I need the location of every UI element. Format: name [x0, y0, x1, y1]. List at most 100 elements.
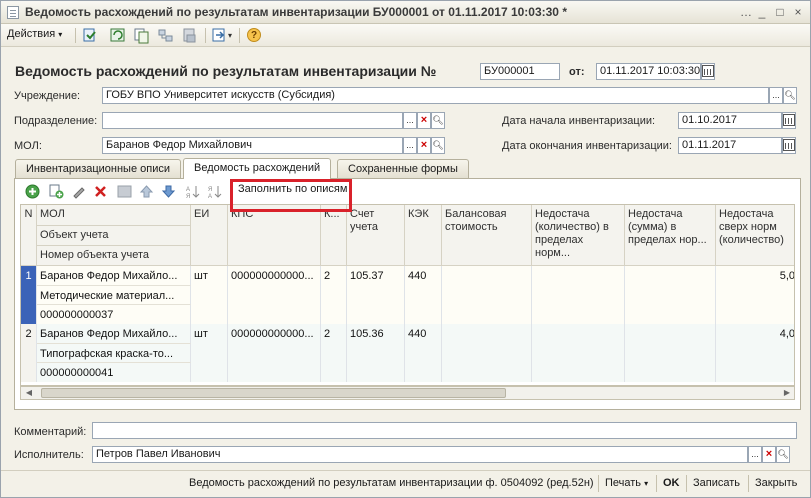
inventory-end-field[interactable]: 01.11.2017: [678, 137, 782, 154]
edit-row-icon[interactable]: [71, 184, 86, 199]
actions-menu[interactable]: Действия ▾: [7, 28, 62, 40]
inventory-start-field[interactable]: 01.10.2017: [678, 112, 782, 129]
cell-object[interactable]: Типографская краска-то...: [37, 344, 191, 363]
window-menu-button[interactable]: …: [738, 5, 754, 19]
mol-open-button[interactable]: 🔍︎: [431, 137, 445, 154]
structure-icon[interactable]: [157, 27, 175, 44]
executor-clear-button[interactable]: ×: [762, 446, 776, 463]
document-date-field[interactable]: 01.11.2017 10:03:30: [596, 63, 701, 80]
horizontal-scrollbar[interactable]: ◀ ▶: [20, 386, 795, 400]
scroll-right-icon[interactable]: ▶: [781, 387, 793, 399]
copy-row-icon[interactable]: [49, 184, 64, 199]
institution-field[interactable]: ГОБУ ВПО Университет искусств (Субсидия): [102, 87, 769, 104]
cell-balance[interactable]: [442, 266, 532, 324]
row-number: 2: [21, 324, 37, 382]
column-header-object[interactable]: Объект учета: [37, 226, 191, 246]
sort-asc-icon[interactable]: AЯ: [185, 184, 200, 200]
close-window-button[interactable]: ×: [790, 5, 806, 19]
cell-balance[interactable]: [442, 324, 532, 382]
cell-short-sum[interactable]: [625, 266, 716, 324]
add-row-icon[interactable]: [25, 184, 40, 199]
inventory-start-label: Дата начала инвентаризации:: [502, 115, 656, 127]
cell-ei[interactable]: шт: [191, 266, 228, 324]
movements-icon[interactable]: [181, 27, 199, 44]
maximize-button[interactable]: □: [772, 5, 788, 19]
cell-mol[interactable]: Баранов Федор Михайло...: [37, 324, 191, 344]
department-clear-button[interactable]: ×: [417, 112, 431, 129]
tab-inventory-lists[interactable]: Инвентаризационные описи: [15, 159, 182, 178]
column-header-kek[interactable]: КЭК: [405, 205, 442, 266]
scroll-left-icon[interactable]: ◀: [23, 387, 35, 399]
comment-field[interactable]: [92, 422, 797, 439]
scrollbar-thumb[interactable]: [41, 388, 506, 398]
column-header-object-number[interactable]: Номер объекта учета: [37, 246, 191, 266]
cell-k[interactable]: 2: [321, 266, 347, 324]
executor-select-button[interactable]: ...: [748, 446, 762, 463]
mol-clear-button[interactable]: ×: [417, 137, 431, 154]
refresh-icon[interactable]: [109, 27, 127, 44]
column-header-short-over[interactable]: Недостача сверх норм (количество): [716, 205, 794, 266]
tab-discrepancy-statement[interactable]: Ведомость расхождений: [183, 158, 332, 179]
column-header-short-qty[interactable]: Недостача (количество) в пределах норм..…: [532, 205, 625, 266]
move-down-icon[interactable]: [161, 184, 176, 199]
cell-account[interactable]: 105.37: [347, 266, 405, 324]
date-calendar-button[interactable]: [701, 63, 715, 80]
column-header-ei[interactable]: ЕИ: [191, 205, 228, 266]
column-header-n[interactable]: N: [21, 205, 37, 266]
go-to-icon[interactable]: ▾: [211, 27, 232, 44]
table-row[interactable]: 1 Баранов Федор Михайло... Методические …: [21, 266, 794, 324]
cell-kek[interactable]: 440: [405, 266, 442, 324]
move-up-icon[interactable]: [139, 184, 154, 199]
save-button[interactable]: Записать: [693, 477, 740, 489]
cell-kek[interactable]: 440: [405, 324, 442, 382]
clear-icon: ×: [765, 448, 773, 460]
inventory-start-calendar-button[interactable]: [782, 112, 796, 129]
ok-button[interactable]: OK: [663, 477, 680, 489]
copy-doc-icon[interactable]: [133, 27, 151, 44]
column-header-account[interactable]: Счет учета: [347, 205, 405, 266]
document-number-field[interactable]: БУ000001: [480, 63, 560, 80]
cell-ei[interactable]: шт: [191, 324, 228, 382]
report-form-button[interactable]: Ведомость расхождений по результатам инв…: [189, 477, 594, 489]
institution-select-button[interactable]: ...: [769, 87, 783, 104]
executor-open-button[interactable]: 🔍︎: [776, 446, 790, 463]
department-select-button[interactable]: ...: [403, 112, 417, 129]
cell-object-number[interactable]: 000000000041: [37, 363, 191, 382]
end-edit-icon[interactable]: [117, 184, 132, 199]
cell-short-qty[interactable]: [532, 324, 625, 382]
executor-field[interactable]: Петров Павел Иванович: [92, 446, 748, 463]
mol-field[interactable]: Баранов Федор Михайлович: [102, 137, 403, 154]
department-open-button[interactable]: 🔍︎: [431, 112, 445, 129]
cell-k[interactable]: 2: [321, 324, 347, 382]
cell-mol[interactable]: Баранов Федор Михайло...: [37, 266, 191, 286]
print-menu-button[interactable]: Печать ▾: [605, 477, 648, 489]
cell-kps[interactable]: 000000000000...: [228, 266, 321, 324]
table-row[interactable]: 2 Баранов Федор Михайло... Типографская …: [21, 324, 794, 382]
cell-short-over[interactable]: 4,0: [716, 324, 794, 382]
help-button[interactable]: ?: [245, 27, 263, 44]
post-and-close-icon[interactable]: [81, 27, 99, 44]
column-header-balance[interactable]: Балансовая стоимость: [442, 205, 532, 266]
calendar-icon: [783, 114, 795, 126]
column-header-k[interactable]: К...: [321, 205, 347, 266]
cell-object[interactable]: Методические материал...: [37, 286, 191, 305]
cell-short-over[interactable]: 5,0: [716, 266, 794, 324]
mol-select-button[interactable]: ...: [403, 137, 417, 154]
mol-label: МОЛ:: [14, 140, 42, 152]
delete-row-icon[interactable]: [93, 184, 108, 199]
cell-short-qty[interactable]: [532, 266, 625, 324]
department-field[interactable]: [102, 112, 403, 129]
column-header-kps[interactable]: КПС: [228, 205, 321, 266]
tab-saved-forms[interactable]: Сохраненные формы: [337, 159, 469, 178]
sort-desc-icon[interactable]: ЯA: [207, 184, 222, 200]
close-button[interactable]: Закрыть: [755, 477, 797, 489]
column-header-mol[interactable]: МОЛ: [37, 205, 191, 226]
cell-kps[interactable]: 000000000000...: [228, 324, 321, 382]
minimize-button[interactable]: _: [754, 5, 770, 19]
cell-short-sum[interactable]: [625, 324, 716, 382]
inventory-end-calendar-button[interactable]: [782, 137, 796, 154]
cell-object-number[interactable]: 000000000037: [37, 305, 191, 324]
cell-account[interactable]: 105.36: [347, 324, 405, 382]
column-header-short-sum[interactable]: Недостача (сумма) в пределах нор...: [625, 205, 716, 266]
institution-open-button[interactable]: 🔍︎: [783, 87, 797, 104]
